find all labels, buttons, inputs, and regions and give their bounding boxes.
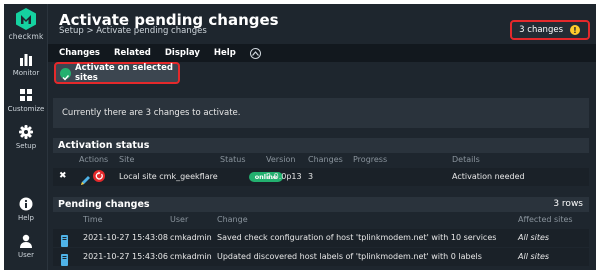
breadcrumb[interactable]: Setup > Activate pending changes bbox=[59, 26, 207, 36]
col-changes: Changes bbox=[308, 155, 343, 164]
user-icon bbox=[20, 234, 32, 248]
sidebar-label-setup: Setup bbox=[15, 142, 37, 150]
sidebar: checkmk Monitor Customize Setup Help Use… bbox=[4, 4, 48, 270]
host-icon bbox=[61, 251, 68, 270]
checkmk-logo[interactable]: checkmk bbox=[4, 8, 48, 41]
col-site: Site bbox=[119, 155, 135, 164]
checkmk-logo-icon bbox=[16, 8, 36, 30]
customize-icon bbox=[20, 89, 32, 101]
menu-help[interactable]: Help bbox=[214, 48, 236, 58]
pending-changes-label: 3 changes bbox=[519, 25, 563, 35]
warning-icon: ! bbox=[570, 25, 580, 35]
pending-changes-title: Pending changes bbox=[58, 199, 150, 210]
col-progress: Progress bbox=[353, 155, 388, 164]
sidebar-item-user[interactable]: User bbox=[4, 234, 48, 259]
pending-changes-columns: Time User Change Affected sites bbox=[53, 214, 589, 227]
sidebar-item-setup[interactable]: Setup bbox=[4, 125, 48, 150]
col-actions: Actions bbox=[79, 155, 109, 164]
reset-site-icon[interactable] bbox=[93, 170, 105, 182]
menu-display[interactable]: Display bbox=[165, 48, 200, 58]
site-row: ✖ Local site cmk_geekflare online 2.0.0p… bbox=[53, 168, 589, 186]
sidebar-label-customize: Customize bbox=[7, 105, 45, 113]
gear-icon bbox=[19, 125, 33, 139]
col-status: Status bbox=[220, 155, 246, 164]
activation-status-columns: Actions Site Status Version Changes Prog… bbox=[53, 154, 589, 167]
activate-icon bbox=[60, 67, 71, 81]
deselect-site-icon[interactable]: ✖ bbox=[59, 171, 67, 181]
sidebar-item-customize[interactable]: Customize bbox=[4, 88, 48, 113]
menu-related[interactable]: Related bbox=[114, 48, 151, 58]
table-row: 2021-10-27 15:43:08 cmkadmin Saved check… bbox=[53, 229, 589, 247]
sidebar-label-user: User bbox=[18, 251, 34, 259]
change-text: Updated discovered host labels of 'tplin… bbox=[217, 252, 482, 261]
info-message: Currently there are 3 changes to activat… bbox=[53, 98, 589, 128]
change-time: 2021-10-27 15:43:06 bbox=[83, 252, 168, 261]
change-sites: All sites bbox=[518, 233, 550, 242]
row-count: 3 rows bbox=[553, 199, 583, 209]
col-user: User bbox=[170, 215, 189, 224]
sidebar-label-help: Help bbox=[18, 214, 34, 222]
change-sites: All sites bbox=[518, 252, 550, 261]
activation-status-title: Activation status bbox=[58, 140, 150, 151]
menu-changes[interactable]: Changes bbox=[59, 48, 100, 58]
edit-site-icon[interactable] bbox=[80, 171, 91, 190]
monitor-icon bbox=[20, 54, 32, 66]
pending-changes-button[interactable]: 3 changes ! bbox=[510, 20, 590, 40]
change-text: Saved check configuration of host 'tplin… bbox=[217, 233, 497, 242]
col-affected-sites: Affected sites bbox=[518, 215, 573, 224]
site-name: Local site cmk_geekflare bbox=[119, 172, 218, 181]
sidebar-label-monitor: Monitor bbox=[12, 69, 40, 77]
pending-changes-header: Pending changes 3 rows bbox=[53, 197, 589, 212]
info-icon bbox=[19, 197, 33, 211]
change-user: cmkadmin bbox=[170, 233, 212, 242]
change-time: 2021-10-27 15:43:08 bbox=[83, 233, 168, 242]
col-version: Version bbox=[266, 155, 296, 164]
page-menu-bar: Changes Related Display Help bbox=[48, 44, 596, 62]
activate-button-label: Activate on selected sites bbox=[75, 63, 173, 83]
activate-selected-sites-button[interactable]: Activate on selected sites bbox=[54, 62, 180, 84]
chevron-up-icon bbox=[251, 50, 259, 56]
activation-status-header: Activation status bbox=[53, 138, 589, 153]
col-time: Time bbox=[83, 215, 103, 224]
table-row: 2021-10-27 15:43:06 cmkadmin Updated dis… bbox=[53, 248, 589, 266]
sidebar-item-monitor[interactable]: Monitor bbox=[4, 52, 48, 77]
col-change: Change bbox=[217, 215, 248, 224]
site-changes-count: 3 bbox=[308, 172, 314, 181]
sidebar-item-help[interactable]: Help bbox=[4, 197, 48, 222]
collapse-menu-button[interactable] bbox=[249, 47, 261, 59]
info-text: Currently there are 3 changes to activat… bbox=[62, 108, 241, 118]
change-user: cmkadmin bbox=[170, 252, 212, 261]
page-header: Activate pending changes Setup > Activat… bbox=[48, 4, 596, 44]
col-details: Details bbox=[452, 155, 480, 164]
site-details: Activation needed bbox=[452, 172, 525, 181]
logo-text: checkmk bbox=[8, 32, 44, 41]
site-version: 2.0.0p13 bbox=[266, 172, 302, 181]
